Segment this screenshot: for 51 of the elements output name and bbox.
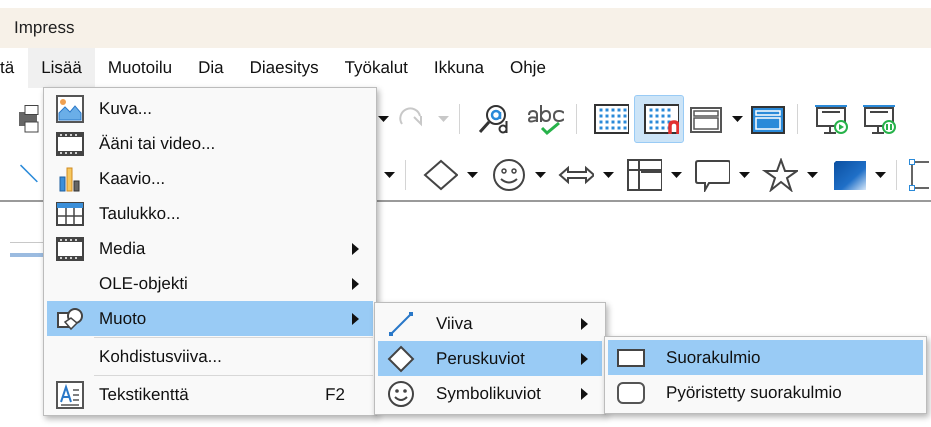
smiley-icon [387,380,415,408]
menu-item[interactable]: Peruskuviot [378,341,602,376]
submenu-arrow-icon [352,242,359,254]
toolbar-button[interactable] [634,95,684,143]
menu-bar-item[interactable]: Diaesitys [236,48,332,88]
printer-icon [19,105,39,133]
menu-bar-item[interactable]: Muotoilu [94,48,186,88]
menu-bar-item[interactable]: Työkalut [332,48,421,88]
caret-icon [438,116,448,122]
table-icon [56,200,84,228]
menu-item[interactable]: Muoto [47,301,373,336]
submenu-arrow-icon [352,312,359,324]
menu-item[interactable]: Kuva... [47,91,373,126]
window-title: Impress [14,17,74,40]
caret-icon [384,172,394,178]
menu-item[interactable]: Kaavio... [47,161,373,196]
menu-item[interactable]: Taulukko... [47,196,373,231]
menu-item[interactable]: Symbolikuviot [378,376,602,411]
menu-item[interactable]: Ääni tai video... [47,126,373,161]
caret-icon [534,172,546,178]
submenu-arrow-icon [581,388,588,400]
menu-item[interactable]: Media [47,231,373,266]
submenu-arrow-icon [352,278,359,290]
text-box-icon [56,380,84,408]
menu-item[interactable]: OLE-objekti [47,266,373,301]
menu-item[interactable]: Pyöristetty suorakulmio [608,375,923,410]
caret-icon [602,172,614,178]
caret-icon [806,172,818,178]
caret-icon [732,116,742,122]
film-icon [56,130,84,158]
image-icon [56,94,84,122]
diamond-icon [387,344,415,372]
film-icon [56,234,84,262]
menu-item[interactable]: Kohdistusviiva... [47,339,373,374]
shortcut-label: F2 [325,384,345,406]
menu-bar-item[interactable]: tä [0,48,28,88]
caret-icon [670,172,682,178]
submenu-arrow-icon [581,318,588,330]
submenu-arrow-icon [581,352,588,364]
menu-item[interactable]: Tekstikenttä F2 [47,377,373,412]
caret-icon [466,172,478,178]
line-icon [387,310,415,338]
menu-bar-item[interactable]: Ohje [496,48,559,88]
menu-item[interactable]: Suorakulmio [608,340,923,375]
menu-bar-item[interactable]: Lisää [28,48,95,88]
caret-icon [874,172,886,178]
caret-icon [378,116,388,122]
menu-bar-item[interactable]: Dia [185,48,237,88]
menu-item[interactable]: Viiva [378,306,602,341]
menu-bar-item[interactable]: Ikkuna [420,48,497,88]
caret-icon [738,172,750,178]
